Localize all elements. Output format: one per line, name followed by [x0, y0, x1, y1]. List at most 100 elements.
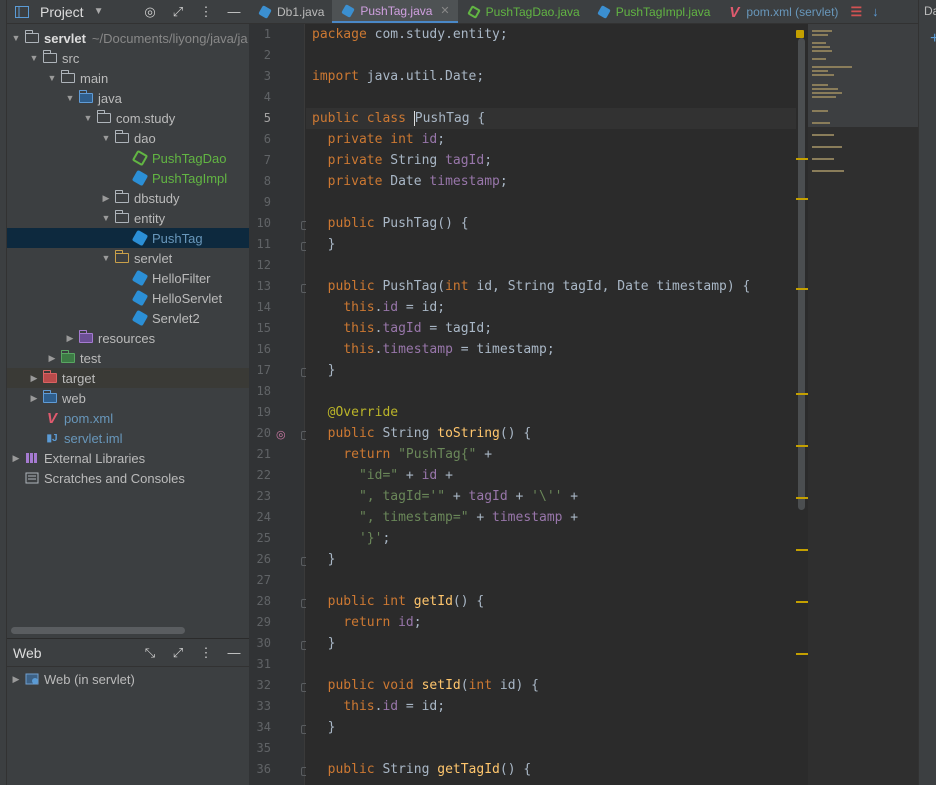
- warning-stripe[interactable]: [796, 198, 808, 200]
- tab-pushtag-java[interactable]: PushTag.java ✕: [332, 0, 458, 23]
- tree-node-label: java: [98, 90, 122, 106]
- tree-node-java[interactable]: ▼ java: [7, 88, 249, 108]
- warning-stripe[interactable]: [796, 158, 808, 160]
- collapse-icon[interactable]: ⤢: [171, 645, 185, 661]
- tree-node-web[interactable]: ▶ web: [7, 388, 249, 408]
- chevron-right-icon[interactable]: ▶: [63, 333, 77, 344]
- line-number: 10: [256, 216, 271, 230]
- editor-vertical-scrollbar[interactable]: [796, 24, 808, 785]
- target-icon[interactable]: ◎: [143, 4, 157, 20]
- chevron-right-icon[interactable]: ▶: [45, 353, 59, 364]
- tree-node-scratches[interactable]: Scratches and Consoles: [7, 468, 249, 488]
- tree-node-test[interactable]: ▶ test: [7, 348, 249, 368]
- line-number: 36: [256, 762, 271, 776]
- code-minimap[interactable]: [808, 24, 918, 785]
- java-class-icon: [131, 309, 149, 327]
- warning-stripe[interactable]: [796, 549, 808, 551]
- tree-node-pushtagimpl[interactable]: PushTagImpl: [7, 168, 249, 188]
- chevron-right-icon[interactable]: ▶: [27, 373, 41, 384]
- code-line: }: [312, 720, 336, 735]
- tree-node-hellofilter[interactable]: HelloFilter: [7, 268, 249, 288]
- warning-stripe[interactable]: [796, 445, 808, 447]
- line-number: 33: [256, 699, 271, 713]
- tree-node-label: web: [62, 390, 86, 406]
- more-options-icon[interactable]: ⋮: [199, 4, 213, 20]
- warning-stripe[interactable]: [796, 653, 808, 655]
- minimize-icon[interactable]: —: [227, 645, 241, 660]
- warning-stripe[interactable]: [796, 288, 808, 290]
- line-number: 11: [256, 237, 271, 251]
- tree-node-dao[interactable]: ▼ dao: [7, 128, 249, 148]
- close-icon[interactable]: ✕: [440, 4, 449, 17]
- arrow-down-icon[interactable]: ↓: [866, 0, 885, 23]
- scratches-icon: [23, 471, 41, 485]
- tree-node-label: pom.xml: [64, 410, 114, 426]
- more-tabs-icon[interactable]: ☰: [846, 0, 866, 23]
- chevron-down-icon[interactable]: ▼: [45, 73, 59, 83]
- scrollbar-thumb[interactable]: [798, 38, 805, 510]
- tree-node-label: target: [62, 370, 96, 386]
- project-horizontal-scrollbar[interactable]: [11, 627, 185, 634]
- chevron-right-icon[interactable]: ▶: [9, 453, 23, 464]
- line-number: 2: [263, 48, 271, 62]
- more-options-icon[interactable]: ⋮: [199, 645, 213, 661]
- tree-node-servlet-package[interactable]: ▼ servlet: [7, 248, 249, 268]
- chevron-down-icon[interactable]: ▼: [9, 33, 23, 43]
- tree-node-dbstudy[interactable]: ▶ dbstudy: [7, 188, 249, 208]
- add-icon[interactable]: +: [930, 30, 936, 48]
- code-line: private Date timestamp;: [327, 174, 508, 189]
- code-line: '}';: [358, 531, 391, 546]
- tree-node-servlet-iml[interactable]: ▮J servlet.iml: [7, 428, 249, 448]
- expand-icon[interactable]: ⤡: [143, 645, 157, 661]
- tree-node-pushtagdao[interactable]: PushTagDao: [7, 148, 249, 168]
- tree-node-entity[interactable]: ▼ entity: [7, 208, 249, 228]
- code-line: public void setId(int id) {: [327, 678, 540, 693]
- chevron-down-icon[interactable]: ▼: [63, 93, 77, 103]
- warning-stripe[interactable]: [796, 497, 808, 499]
- tree-node-servlet-root[interactable]: ▼ servlet ~/Documents/liyong/java/ja: [7, 28, 249, 48]
- chevron-down-icon[interactable]: ▼: [27, 53, 41, 63]
- tree-node-web-in-servlet[interactable]: ▶ Web (in servlet): [7, 669, 249, 689]
- tab-db1-java[interactable]: Db1.java: [249, 0, 332, 23]
- tree-node-main[interactable]: ▼ main: [7, 68, 249, 88]
- inspection-status-icon[interactable]: [796, 30, 804, 38]
- minimap-line: [812, 170, 844, 172]
- chevron-right-icon[interactable]: ▶: [9, 674, 23, 685]
- tree-node-resources[interactable]: ▶ resources: [7, 328, 249, 348]
- project-panel-title[interactable]: Project: [40, 4, 84, 20]
- minimap-line: [812, 158, 834, 160]
- chevron-down-icon[interactable]: ▼: [99, 213, 113, 223]
- tree-node-src[interactable]: ▼ src: [7, 48, 249, 68]
- code-editor[interactable]: package com.study.entity; import java.ut…: [306, 24, 796, 785]
- tree-node-pom-xml[interactable]: V pom.xml: [7, 408, 249, 428]
- tab-pushtagdao-java[interactable]: PushTagDao.java: [458, 0, 588, 23]
- left-tool-stripe: [0, 0, 7, 785]
- chevron-right-icon[interactable]: ▶: [27, 393, 41, 404]
- override-marker-icon[interactable]: ◎: [276, 428, 286, 441]
- resources-folder-icon: [77, 330, 95, 345]
- database-panel-label[interactable]: Da: [924, 4, 936, 18]
- tab-pom-xml[interactable]: V pom.xml (servlet): [718, 0, 846, 23]
- tree-node-target[interactable]: ▶ target: [7, 368, 249, 388]
- tree-node-pushtag[interactable]: PushTag: [7, 228, 249, 248]
- tree-node-external-libraries[interactable]: ▶ External Libraries: [7, 448, 249, 468]
- java-class-icon: [131, 289, 149, 307]
- project-view-icon: [13, 5, 31, 19]
- minimize-icon[interactable]: —: [227, 4, 241, 19]
- collapse-all-icon[interactable]: ⤢: [171, 4, 185, 20]
- chevron-right-icon[interactable]: ▶: [99, 193, 113, 204]
- web-panel-title[interactable]: Web: [13, 645, 42, 661]
- warning-stripe[interactable]: [796, 393, 808, 395]
- tab-pushtagimpl-java[interactable]: PushTagImpl.java: [588, 0, 719, 23]
- code-line: this.timestamp = timestamp;: [343, 342, 555, 357]
- code-line: public String getTagId() {: [327, 762, 532, 777]
- chevron-down-icon[interactable]: ▼: [99, 133, 113, 143]
- tree-node-label: PushTag: [152, 230, 203, 246]
- tree-node-servlet2[interactable]: Servlet2: [7, 308, 249, 328]
- tree-node-helloservlet[interactable]: HelloServlet: [7, 288, 249, 308]
- chevron-down-icon[interactable]: ▼: [81, 113, 95, 123]
- tree-node-com-study[interactable]: ▼ com.study: [7, 108, 249, 128]
- warning-stripe[interactable]: [796, 601, 808, 603]
- chevron-down-icon[interactable]: ▼: [99, 253, 113, 263]
- chevron-down-icon[interactable]: ▼: [94, 6, 104, 17]
